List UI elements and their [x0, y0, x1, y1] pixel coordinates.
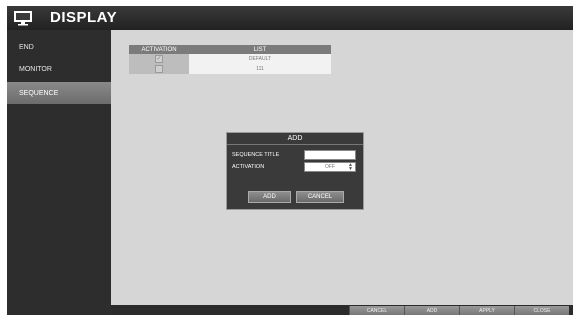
- footer-add-button[interactable]: ADD: [404, 306, 459, 315]
- sequence-title-input[interactable]: [304, 150, 356, 160]
- sidebar-item-label: MONITOR: [19, 65, 52, 73]
- activation-checkbox[interactable]: ✓: [155, 55, 163, 63]
- sidebar-item-label: END: [19, 43, 34, 51]
- display-window: DISPLAY END MONITOR SEQUENCE ACTIVATION …: [7, 6, 573, 315]
- column-header-activation: ACTIVATION: [141, 46, 177, 53]
- dialog-cancel-button[interactable]: CANCEL: [296, 191, 344, 203]
- dialog-title: ADD: [227, 133, 363, 145]
- sidebar: END MONITOR SEQUENCE: [7, 30, 111, 315]
- footer-apply-button[interactable]: APPLY: [459, 306, 514, 315]
- activation-cell: [129, 64, 189, 74]
- sequence-title-label: SEQUENCE TITLE: [232, 152, 280, 158]
- column-header-list: LIST: [253, 46, 267, 53]
- main-panel: ACTIVATION LIST ✓ DEFAULT 111 ADD SEQUEN…: [111, 30, 573, 305]
- table-row[interactable]: 111: [129, 64, 331, 74]
- title-bar: DISPLAY: [7, 6, 573, 30]
- sidebar-item-sequence[interactable]: SEQUENCE: [7, 82, 111, 104]
- activation-select[interactable]: OFF ▲ ▼: [304, 162, 356, 172]
- spinner-arrows-icon[interactable]: ▲ ▼: [348, 163, 353, 172]
- activation-label: ACTIVATION: [232, 164, 265, 170]
- sidebar-item-monitor[interactable]: MONITOR: [7, 58, 111, 80]
- sidebar-item-end[interactable]: END: [7, 36, 111, 58]
- table-row[interactable]: ✓ DEFAULT: [129, 54, 331, 64]
- dialog-add-button[interactable]: ADD: [248, 191, 291, 203]
- monitor-icon: [14, 11, 32, 26]
- sequence-name-cell: 111: [189, 64, 331, 74]
- table-header: ACTIVATION LIST: [129, 45, 331, 54]
- footer-close-button[interactable]: CLOSE: [514, 306, 569, 315]
- activation-cell: ✓: [129, 54, 189, 64]
- add-dialog: ADD SEQUENCE TITLE ACTIVATION OFF ▲ ▼ ADD…: [226, 132, 364, 210]
- activation-checkbox[interactable]: [155, 65, 163, 73]
- footer-cancel-button[interactable]: CANCEL: [349, 306, 404, 315]
- sidebar-item-label: SEQUENCE: [19, 89, 59, 97]
- page-title: DISPLAY: [50, 9, 118, 26]
- activation-value: OFF: [325, 164, 335, 170]
- sequence-table: ACTIVATION LIST ✓ DEFAULT 111: [129, 45, 331, 74]
- sequence-name-cell: DEFAULT: [189, 54, 331, 64]
